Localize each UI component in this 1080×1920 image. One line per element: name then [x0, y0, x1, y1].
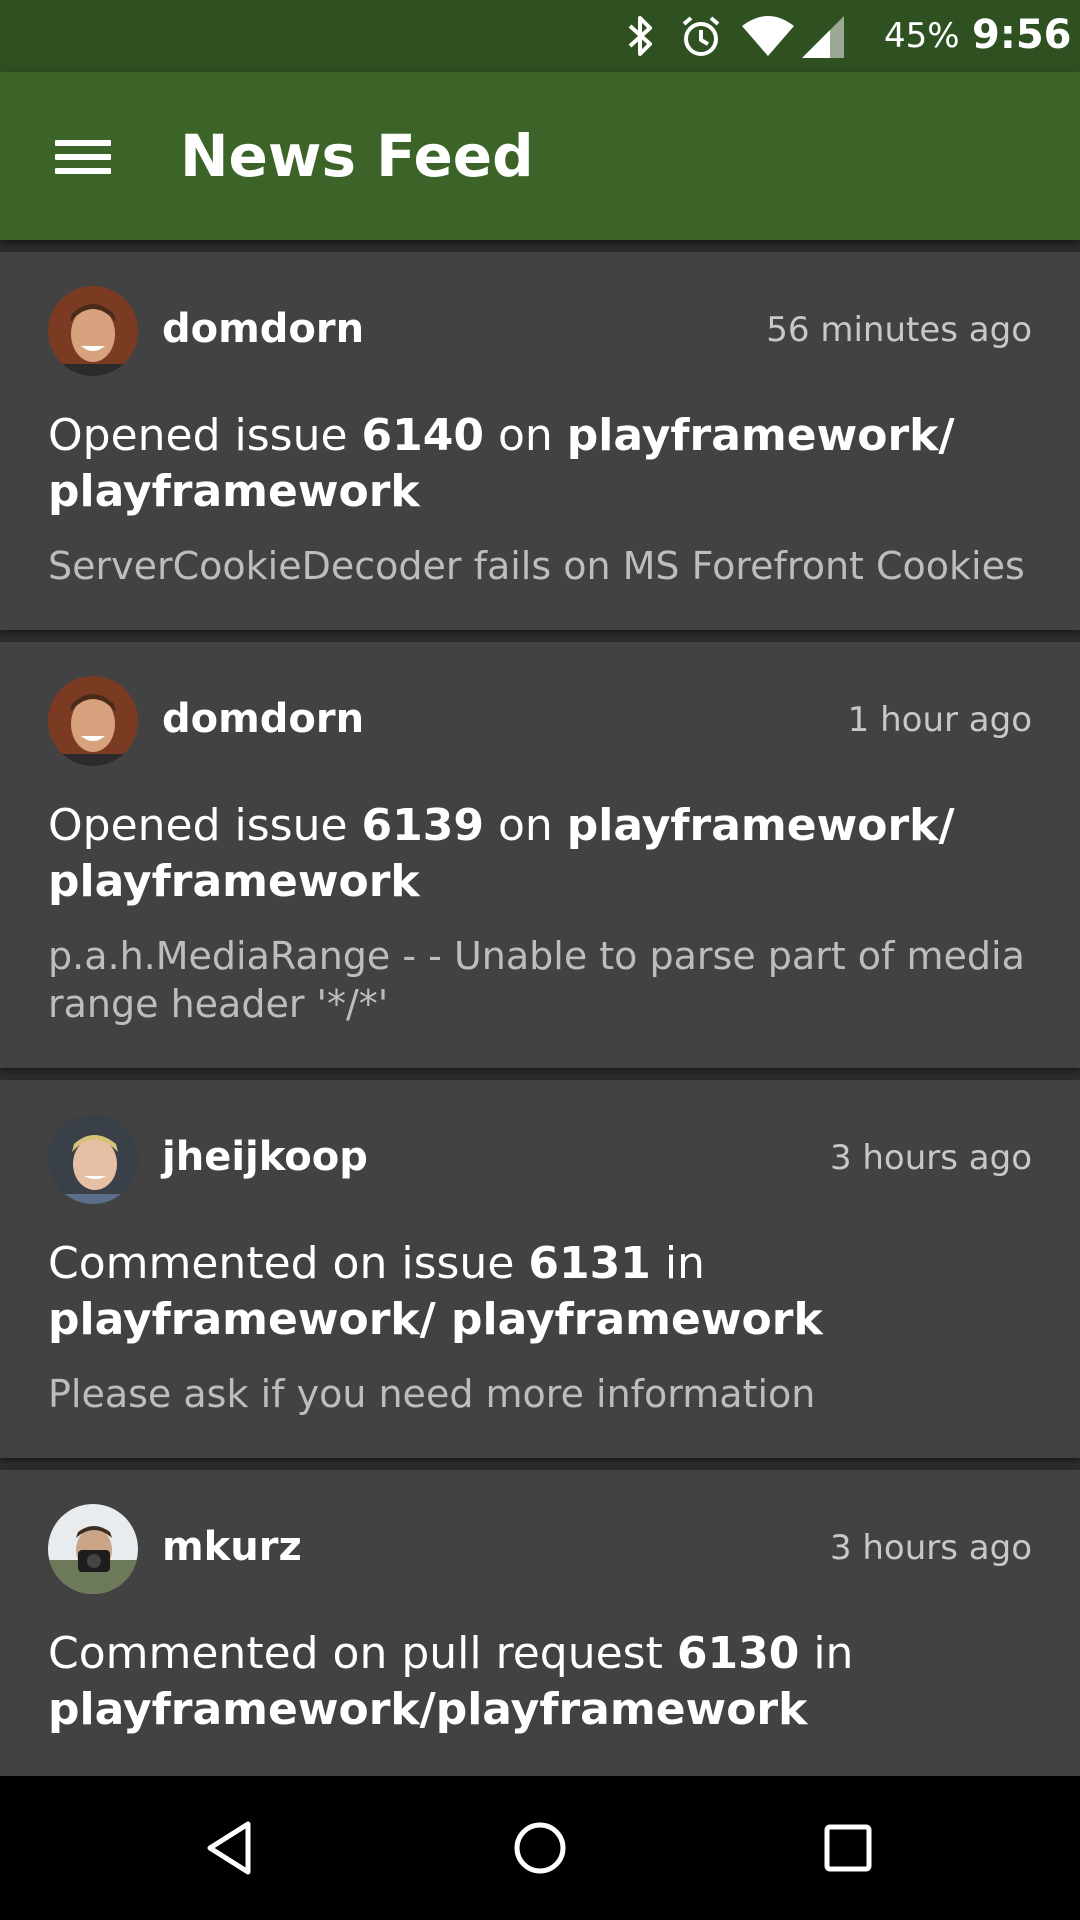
- issue-number[interactable]: 6139: [362, 800, 484, 851]
- issue-number[interactable]: 6140: [362, 410, 484, 461]
- news-feed-list[interactable]: domdorn 56 minutes ago Opened issue 6140…: [0, 240, 1080, 1776]
- alarm-icon: [678, 14, 724, 64]
- event-detail: Please ask if you need more information: [48, 1372, 816, 1416]
- user-avatar[interactable]: [48, 1114, 138, 1204]
- navigation-menu-button[interactable]: [40, 122, 126, 192]
- cell-signal-icon: [800, 14, 846, 64]
- app-bar: News Feed: [0, 72, 1080, 240]
- timestamp: 3 hours ago: [829, 1528, 1032, 1568]
- wifi-icon: [740, 14, 796, 64]
- back-button[interactable]: [190, 1808, 270, 1888]
- repo-name[interactable]: playframework/ playframework: [48, 1294, 823, 1345]
- event-description: Opened issue 6140 on playframework/ play…: [48, 410, 955, 517]
- feed-item[interactable]: mkurz 3 hours ago Commented on pull requ…: [0, 1470, 1080, 1776]
- user-avatar[interactable]: [48, 286, 138, 376]
- bluetooth-icon: [622, 14, 658, 62]
- event-description: Opened issue 6139 on playframework/ play…: [48, 800, 955, 907]
- event-description: Commented on pull request 6130 in playfr…: [48, 1628, 854, 1735]
- feed-item[interactable]: domdorn 56 minutes ago Opened issue 6140…: [0, 252, 1080, 630]
- screen: 45% 9:56 News Feed domdorn 56 minutes ag…: [0, 0, 1080, 1920]
- status-bar: 45% 9:56: [0, 0, 1080, 72]
- recents-button[interactable]: [808, 1808, 888, 1888]
- feed-item[interactable]: domdorn 1 hour ago Opened issue 6139 on …: [0, 642, 1080, 1068]
- page-title: News Feed: [180, 122, 534, 190]
- user-avatar[interactable]: [48, 676, 138, 766]
- username[interactable]: domdorn: [162, 306, 364, 352]
- home-icon: [514, 1822, 566, 1874]
- timestamp: 56 minutes ago: [766, 310, 1032, 350]
- repo-name[interactable]: playframework/playframework: [48, 1684, 807, 1735]
- issue-number[interactable]: 6130: [677, 1628, 799, 1679]
- event-detail: ServerCookieDecoder fails on MS Forefron…: [48, 544, 1025, 588]
- hamburger-menu-icon: [55, 132, 111, 182]
- username[interactable]: mkurz: [162, 1524, 302, 1570]
- battery-level: 45%: [884, 16, 960, 56]
- username[interactable]: domdorn: [162, 696, 364, 742]
- user-avatar[interactable]: [48, 1504, 138, 1594]
- timestamp: 3 hours ago: [829, 1138, 1032, 1178]
- recents-icon: [824, 1824, 872, 1872]
- username[interactable]: jheijkoop: [162, 1134, 368, 1180]
- home-button[interactable]: [500, 1808, 580, 1888]
- clock: 9:56: [972, 12, 1072, 58]
- feed-item[interactable]: jheijkoop 3 hours ago Commented on issue…: [0, 1080, 1080, 1458]
- back-icon: [207, 1821, 251, 1875]
- system-navigation-bar: [0, 1776, 1080, 1920]
- event-description: Commented on issue 6131 in playframework…: [48, 1238, 823, 1345]
- event-detail: p.a.h.MediaRange - - Unable to parse par…: [48, 934, 1025, 1026]
- timestamp: 1 hour ago: [847, 700, 1032, 740]
- issue-number[interactable]: 6131: [528, 1238, 650, 1289]
